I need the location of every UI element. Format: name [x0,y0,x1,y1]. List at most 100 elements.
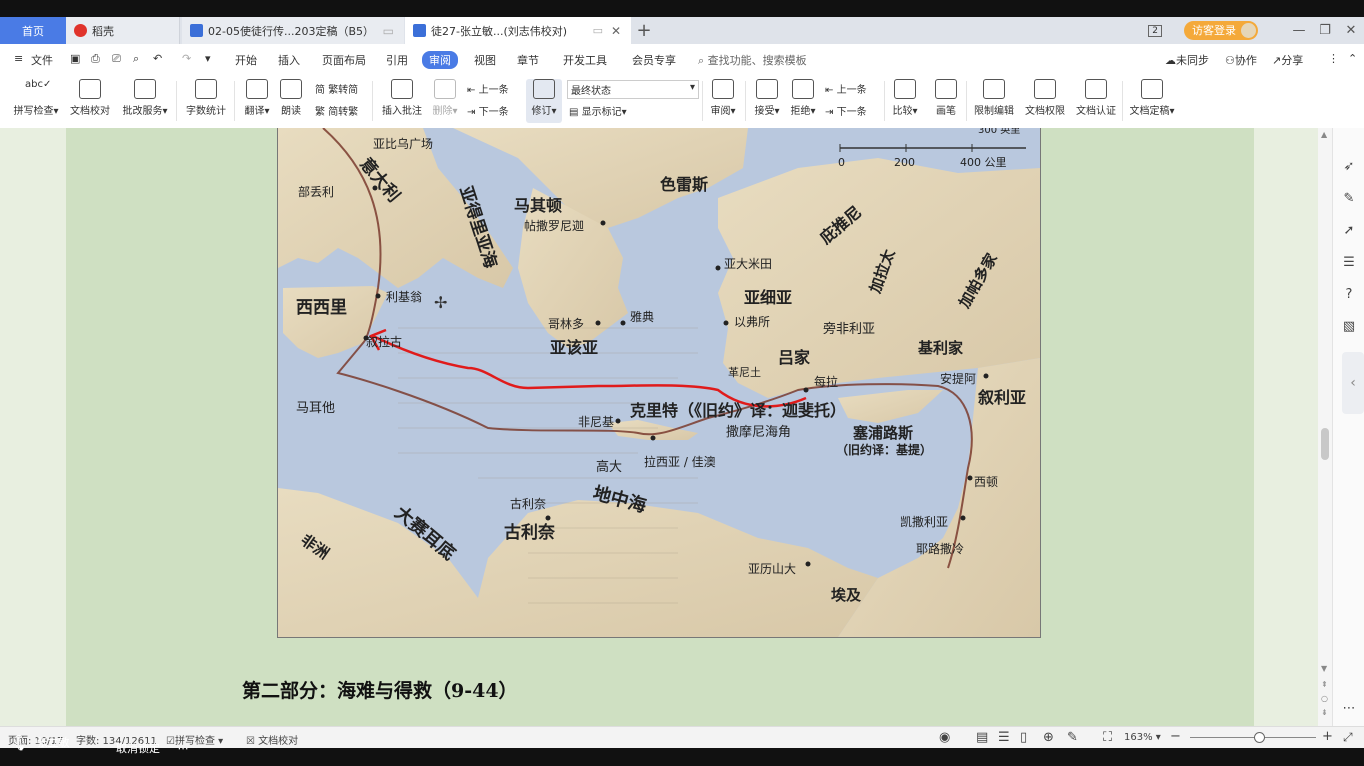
unlock-overlay[interactable]: 取消锁定 ⋯ [116,734,189,760]
close-window-icon[interactable]: ✕ [1338,23,1364,38]
menu-insert[interactable]: 插入 [278,52,300,68]
certify-button[interactable]: 文档认证 [1072,79,1120,117]
preview-icon[interactable]: ⌕ [133,52,139,66]
zoom-level[interactable]: 163% ▾ [1124,732,1161,743]
tab-home[interactable]: 首页 [0,17,66,44]
undo-icon[interactable]: ↶ [153,52,162,65]
more-options-icon[interactable]: ⋯ [1342,702,1356,716]
vertical-scrollbar[interactable]: ▲ ▼ ⇞ ○ ⇟ [1318,128,1332,726]
rocket-icon[interactable]: ➶ [1342,160,1356,174]
web-view-icon[interactable]: ⊕ [1043,730,1054,745]
zoom-out-icon[interactable]: − [1170,729,1181,744]
finalize-button[interactable]: 文档定稿▾ [1126,79,1178,117]
menu-home[interactable]: 开始 [235,52,257,68]
search-box[interactable]: ⌕ 查找功能、搜索模板 [698,52,807,68]
menu-review[interactable]: 审阅 [422,51,458,69]
pen-icon[interactable]: ✎ [1342,192,1356,206]
reject-button[interactable]: 拒绝▾ [786,79,820,117]
simp-to-trad-button[interactable]: 繁 简转繁 [315,103,358,118]
word-count-button[interactable]: 字数统计 [183,79,229,117]
zoom-slider-handle[interactable] [1254,732,1265,743]
collapse-panel-chevron-icon[interactable]: ‹ [1342,352,1364,414]
menu-devtools[interactable]: 开发工具 [563,52,607,68]
convert-icon: 简 [315,85,325,96]
batch-service-icon [134,79,156,99]
prev-page-icon[interactable]: ⇞ [1321,680,1328,689]
menu-chapter[interactable]: 章节 [517,52,539,68]
map-label-cyprus-ot: （旧约译：基提） [836,442,932,457]
overlay-more-icon[interactable]: ⋯ [178,742,189,755]
map-label-cyrene-city: 古利奈 [510,496,546,511]
show-marks-button[interactable]: ▤ 显示标记▾ [569,103,627,118]
outline-view-icon[interactable]: ☰ [998,730,1010,745]
prev-comment-button[interactable]: ⇤ 上一条 [467,81,509,96]
tab-doc-1[interactable]: 02-05使徒行传...203定稿（B5） ▭ [182,17,404,44]
collab-button[interactable]: ⚇协作 [1225,52,1257,68]
image-tools-icon[interactable]: ▧ [1342,320,1356,334]
prev-change-button[interactable]: ⇤ 上一条 [825,81,867,96]
menu-references[interactable]: 引用 [386,52,408,68]
tab-docer[interactable]: 稻壳 [66,17,180,44]
hamburger-icon[interactable]: ≡ [14,52,23,65]
scroll-down-icon[interactable]: ▼ [1321,664,1327,673]
new-tab-button[interactable]: + [636,17,652,44]
pen-button[interactable]: 画笔 [930,79,962,117]
settings-sliders-icon[interactable]: ☰ [1342,256,1356,270]
status-proofread[interactable]: ☒ 文档校对 [246,732,298,747]
page-view-icon[interactable]: ▤ [976,730,988,745]
window-count-badge[interactable]: 2 [1148,24,1162,37]
eye-protection-icon[interactable]: ◉ [939,730,950,745]
fit-page-icon[interactable]: ⛶ [1103,730,1112,745]
trad-to-simp-button[interactable]: 简 繁转简 [315,81,358,96]
map-image[interactable]: 亚比乌广场 意大利 部丢利 亚得里亚海 马其顿 帖撒罗尼迦 色雷斯 庇推尼 加拉… [277,128,1041,638]
map-label-cyprus: 塞浦路斯 [853,424,913,442]
next-change-button[interactable]: ⇥ 下一条 [825,103,867,118]
accept-button[interactable]: 接受▾ [750,79,784,117]
print-icon[interactable]: ⎚ [112,52,121,66]
insert-comment-button[interactable]: 插入批注 [378,79,426,117]
restrict-edit-button[interactable]: 限制编辑 [970,79,1018,117]
proofread-button[interactable]: 文档校对 [66,79,114,117]
write-mode-icon[interactable]: ✎ [1067,730,1078,745]
sync-status[interactable]: ☁未同步 [1165,52,1209,68]
reading-view-icon[interactable]: ▯ [1020,730,1027,745]
save-icon[interactable]: ▣ [70,52,80,65]
close-tab-icon[interactable]: ✕ [611,24,621,38]
translate-button[interactable]: 翻译▾ [240,79,274,117]
restore-icon[interactable]: ❐ [1312,23,1338,38]
more-icon[interactable]: ⋮ [1328,52,1339,65]
next-comment-button[interactable]: ⇥ 下一条 [467,103,509,118]
compare-button[interactable]: 比较▾ [888,79,922,117]
tab-doc-2-active[interactable]: 徒27-张立敏...(刘志伟校对) ▭ ✕ [405,17,631,44]
quick-access-chevron-icon[interactable]: ▾ [205,52,211,65]
menu-layout[interactable]: 页面布局 [322,52,366,68]
zoom-in-icon[interactable]: + [1322,729,1333,744]
fullscreen-icon[interactable]: ⤢ [1343,730,1353,745]
redo-icon[interactable]: ↷ [182,52,191,65]
cursor-select-icon[interactable]: ➚ [1342,224,1356,238]
spell-check-button[interactable]: abc✓ 拼写检查▾ [10,79,62,117]
permission-button[interactable]: 文档权限 [1021,79,1069,117]
minimize-icon[interactable]: — [1286,23,1312,38]
review-pane-button[interactable]: 审阅▾ [706,79,740,117]
zoom-slider-track[interactable] [1190,737,1316,738]
menu-view[interactable]: 视图 [474,52,496,68]
next-page-icon[interactable]: ⇟ [1321,708,1328,717]
menu-file[interactable]: 文件 [31,52,53,68]
share-button[interactable]: ↗分享 [1272,52,1303,68]
revise-button[interactable]: 修订▾ [526,79,562,123]
help-icon[interactable]: ? [1342,288,1356,302]
export-icon[interactable]: ⎙ [91,52,100,66]
scroll-thumb[interactable] [1321,428,1329,460]
pen-icon [935,79,957,99]
visitor-login-button[interactable]: 访客登录 [1184,21,1258,40]
delete-comment-button[interactable]: 删除▾ [428,79,462,117]
read-aloud-button[interactable]: 朗读 [276,79,306,117]
scroll-up-icon[interactable]: ▲ [1321,130,1327,139]
display-state-select[interactable]: 最终状态 ▾ [567,80,699,99]
menu-member[interactable]: 会员专享 [632,52,676,68]
select-browse-icon[interactable]: ○ [1321,694,1328,703]
batch-service-button[interactable]: 批改服务▾ [118,79,172,117]
collapse-ribbon-icon[interactable]: ⌃ [1348,52,1357,65]
microphone-icon[interactable]: 🎙 [10,734,29,752]
